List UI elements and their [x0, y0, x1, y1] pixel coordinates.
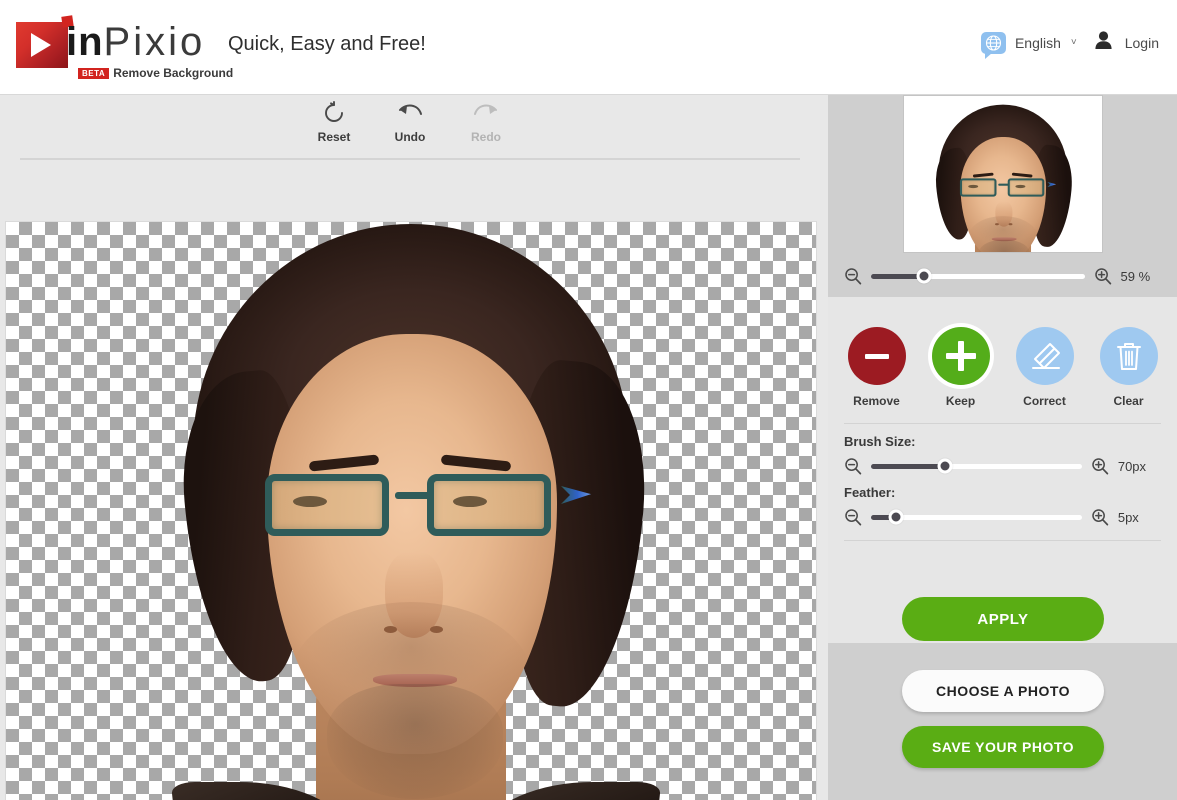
- zoom-slider-track[interactable]: [871, 268, 1085, 284]
- user-avatar-icon[interactable]: [1094, 30, 1113, 55]
- zoom-slider-knob[interactable]: [916, 268, 932, 284]
- glasses-bridge: [395, 492, 431, 499]
- play-triangle-logo-icon: [16, 22, 68, 68]
- brush-settings-group: Brush Size: 70px Feather: 5px: [844, 423, 1161, 541]
- app-header: inPixio BETA Remove Background Quick, Eas…: [0, 0, 1177, 95]
- logo-word-in: in: [66, 20, 104, 64]
- toolbar-divider: [20, 158, 800, 160]
- portrait-nostril-right: [430, 626, 443, 633]
- apply-button[interactable]: APPLY: [902, 597, 1104, 641]
- feather-label: Feather:: [844, 485, 896, 500]
- thumb-lens-left: [959, 178, 997, 197]
- trash-icon: [1116, 343, 1141, 370]
- undo-button[interactable]: Undo: [383, 100, 437, 144]
- feather-slider-row: 5px: [844, 508, 1161, 526]
- globe-speech-bubble-icon[interactable]: [980, 31, 1006, 59]
- brush-size-knob[interactable]: [937, 458, 953, 474]
- zoom-value-label: 59 %: [1120, 268, 1151, 284]
- inpixio-logo[interactable]: inPixio BETA Remove Background: [16, 15, 233, 80]
- thumb-glasses: [958, 178, 1057, 199]
- glasses-lens-left: [265, 474, 389, 536]
- clear-tool-button[interactable]: Clear: [1098, 327, 1160, 408]
- zoom-in-icon[interactable]: [1094, 267, 1112, 285]
- keep-tool-button[interactable]: Keep: [930, 327, 992, 408]
- work-area: Reset Undo Redo: [0, 95, 828, 800]
- thumb-nostril-right: [1008, 223, 1013, 226]
- undo-arrow-icon: [399, 104, 422, 115]
- brush-size-slider-row: 70px: [844, 457, 1161, 475]
- brush-zoom-in-icon[interactable]: [1091, 457, 1109, 475]
- keep-tool-circle: [931, 327, 990, 385]
- undo-label: Undo: [394, 130, 426, 144]
- feather-track[interactable]: [871, 509, 1082, 525]
- header-tagline: Quick, Easy and Free!: [228, 33, 426, 55]
- selection-tool-group: Remove Keep Correct Clear: [828, 327, 1177, 408]
- brush-size-value: 70px: [1117, 458, 1147, 474]
- remove-tool-label: Remove: [853, 394, 900, 408]
- eraser-icon: [1031, 343, 1060, 369]
- chevron-down-icon[interactable]: ˅: [1071, 37, 1077, 48]
- feather-zoom-in-icon[interactable]: [1091, 508, 1109, 526]
- portrait-jacket-right: [482, 782, 662, 800]
- header-right-controls: English ˅ Login: [980, 30, 1159, 59]
- reset-circular-arrow-icon: [325, 101, 343, 122]
- redo-label: Redo: [471, 130, 501, 144]
- brush-size-fill: [871, 463, 945, 469]
- clear-tool-label: Clear: [1113, 394, 1144, 408]
- feather-zoom-out-icon[interactable]: [844, 508, 862, 526]
- tools-section: Remove Keep Correct Clear Brush Size: 70…: [828, 297, 1177, 643]
- login-link[interactable]: Login: [1125, 35, 1159, 51]
- correct-tool-label: Correct: [1023, 394, 1066, 408]
- canvas-portrait-image: [141, 222, 681, 800]
- language-selector-label[interactable]: English: [1015, 35, 1061, 51]
- brush-size-label: Brush Size:: [844, 434, 916, 449]
- correct-tool-button[interactable]: Correct: [1014, 327, 1076, 408]
- feather-value: 5px: [1117, 509, 1139, 525]
- thumbnail-portrait-image: [923, 104, 1082, 252]
- reset-label: Reset: [317, 130, 351, 144]
- side-panel: 59 % Remove Keep Correct Clear Brush Siz…: [828, 95, 1177, 800]
- portrait-nostril-left: [384, 626, 397, 633]
- beta-badge: BETA: [78, 68, 110, 79]
- preview-section: 59 %: [828, 95, 1177, 297]
- logo-subtitle: BETA Remove Background: [78, 66, 233, 80]
- remove-tool-button[interactable]: Remove: [846, 327, 908, 408]
- zoom-out-icon[interactable]: [844, 267, 862, 285]
- reset-button[interactable]: Reset: [307, 100, 361, 144]
- correct-tool-circle: [1015, 327, 1074, 385]
- brush-size-track[interactable]: [871, 458, 1082, 474]
- logo-wordmark: inPixio: [66, 16, 205, 68]
- keep-tool-label: Keep: [945, 394, 976, 408]
- apply-divider: [844, 540, 1161, 541]
- glasses-lens-right: [427, 474, 551, 536]
- portrait-glasses: [259, 472, 591, 544]
- preview-thumbnail: [903, 95, 1103, 253]
- edit-history-toolbar: Reset Undo Redo: [0, 100, 820, 144]
- remove-tool-circle: [847, 327, 906, 385]
- redo-button[interactable]: Redo: [459, 100, 513, 144]
- thumb-lens-right: [1007, 178, 1045, 197]
- redo-arrow-icon: [474, 104, 497, 115]
- editor-body: Reset Undo Redo 59 % Remove Keep Correct…: [0, 95, 1177, 800]
- logo-subtitle-text: Remove Background: [113, 66, 234, 80]
- brush-zoom-out-icon[interactable]: [844, 457, 862, 475]
- thumb-nostril-left: [995, 223, 999, 226]
- app-root: inPixio BETA Remove Background Quick, Eas…: [0, 0, 1177, 800]
- zoom-slider-row: 59 %: [828, 261, 1177, 291]
- logo-word-pixio: Pixio: [103, 20, 206, 64]
- image-canvas[interactable]: [5, 221, 817, 800]
- feather-knob[interactable]: [888, 509, 904, 525]
- clear-tool-circle: [1099, 327, 1158, 385]
- plus-icon: [945, 341, 976, 371]
- choose-a-photo-button[interactable]: CHOOSE A PHOTO: [902, 670, 1104, 712]
- portrait-stubble: [327, 684, 503, 799]
- actions-section: CHOOSE A PHOTO SAVE YOUR PHOTO: [828, 643, 1177, 800]
- brush-settings-divider: [844, 423, 1161, 424]
- minus-icon: [864, 353, 889, 359]
- save-your-photo-button[interactable]: SAVE YOUR PHOTO: [902, 726, 1104, 768]
